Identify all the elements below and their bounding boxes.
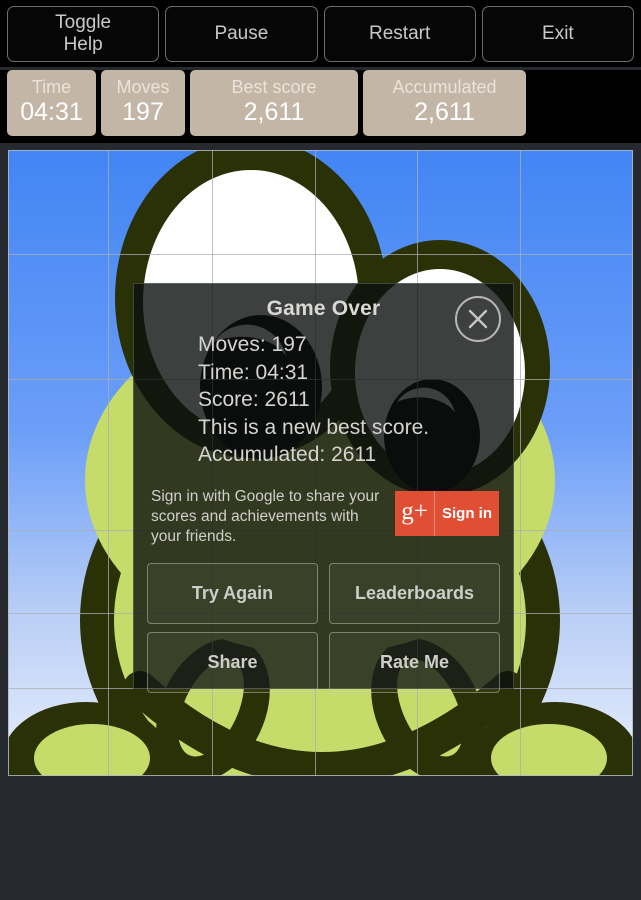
- result-best-notice: This is a new best score.: [198, 415, 430, 439]
- share-button[interactable]: Share: [147, 631, 318, 693]
- stat-moves: Moves 197: [101, 70, 185, 136]
- stat-accumulated-label: Accumulated: [392, 77, 497, 97]
- signin-row: Sign in with Google to share your scores…: [151, 487, 499, 547]
- stats-bar: Time 04:31 Moves 197 Best score 2,611 Ac…: [0, 70, 641, 143]
- result-stats: Moves: 197 Time: 04:31 Score: 2611 This …: [198, 331, 513, 469]
- google-plus-icon: g+: [395, 490, 435, 536]
- game-screen: Toggle Help Pause Restart Exit Time 04:3…: [0, 0, 641, 900]
- signin-description: Sign in with Google to share your scores…: [151, 487, 380, 545]
- rate-me-button[interactable]: Rate Me: [329, 631, 500, 693]
- game-over-dialog: Game Over Moves: 197 Time: 04:31 Score: …: [133, 283, 514, 693]
- grid-line-vertical: [520, 150, 521, 776]
- stat-accumulated-value: 2,611: [414, 98, 475, 126]
- exit-button[interactable]: Exit: [481, 5, 634, 62]
- stat-time: Time 04:31: [7, 70, 96, 136]
- stat-moves-value: 197: [122, 98, 164, 126]
- stat-best-score-value: 2,611: [243, 98, 305, 126]
- toggle-help-button[interactable]: Toggle Help: [7, 5, 160, 62]
- try-again-button[interactable]: Try Again: [147, 562, 318, 624]
- stat-time-label: Time: [31, 77, 72, 97]
- stat-best-score-label: Best score: [231, 77, 317, 97]
- google-sign-in-button[interactable]: g+ Sign in: [395, 490, 499, 536]
- leaderboards-button[interactable]: Leaderboards: [329, 562, 500, 624]
- dialog-actions: Try Again Leaderboards Share Rate Me: [147, 562, 500, 693]
- stat-time-value: 04:31: [20, 98, 83, 126]
- google-sign-in-label: Sign in: [442, 504, 492, 522]
- grid-line-vertical: [108, 150, 109, 776]
- pause-button[interactable]: Pause: [165, 5, 318, 62]
- result-accumulated: Accumulated: 2611: [198, 443, 377, 466]
- restart-button[interactable]: Restart: [323, 5, 476, 62]
- stat-moves-label: Moves: [116, 77, 170, 97]
- stat-accumulated: Accumulated 2,611: [363, 70, 526, 136]
- result-time: Time: 04:31: [198, 360, 309, 384]
- control-bar: Toggle Help Pause Restart Exit: [0, 0, 641, 67]
- grid-line-horizontal: [8, 254, 633, 255]
- close-icon[interactable]: [455, 296, 501, 342]
- result-score: Score: 2611: [198, 388, 310, 411]
- stat-best-score: Best score 2,611: [190, 70, 358, 136]
